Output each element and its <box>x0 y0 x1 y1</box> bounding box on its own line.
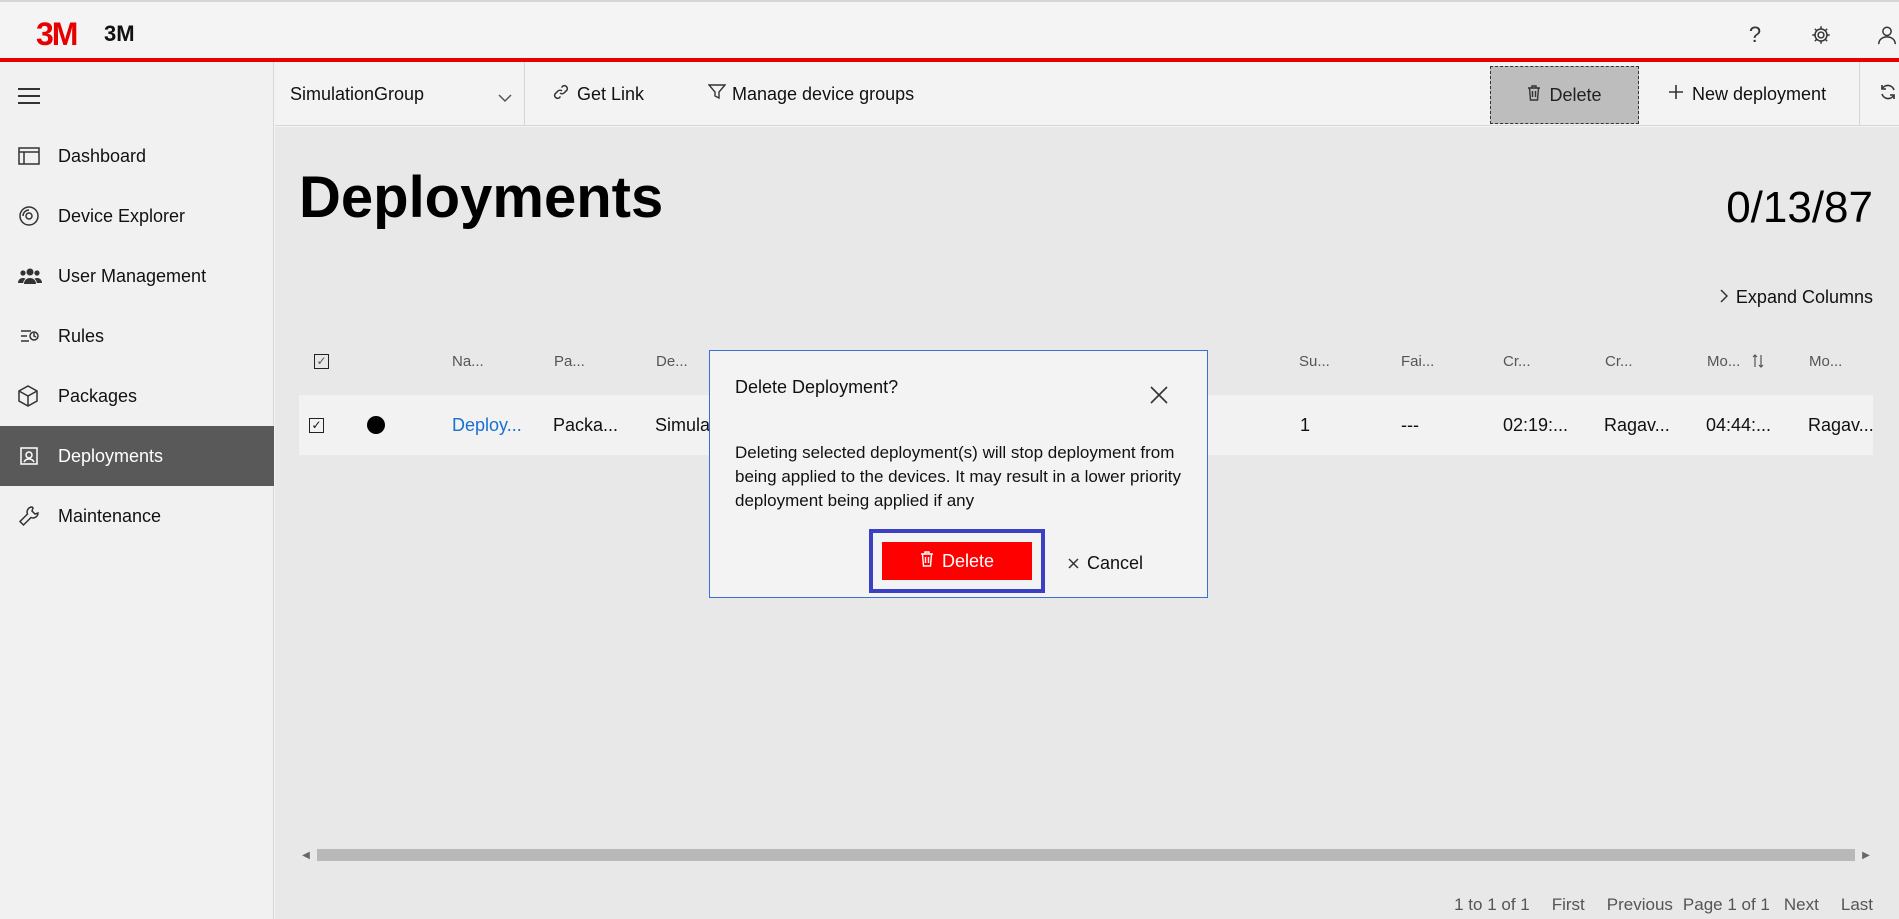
description-cell: Simula <box>655 414 711 435</box>
sidebar-item-label: Rules <box>58 325 105 346</box>
sort-icon[interactable] <box>1752 337 1764 385</box>
maintenance-icon <box>0 505 58 527</box>
succeeded-cell: 1 <box>1300 414 1311 435</box>
pager-page: Page 1 of 1 <box>1682 895 1770 914</box>
scroll-left-icon[interactable]: ◀ <box>299 847 313 863</box>
command-bar: SimulationGroup Get Link Manage device g… <box>275 62 1899 126</box>
scrollbar-thumb[interactable] <box>317 849 1855 861</box>
failed-cell: --- <box>1401 414 1419 435</box>
cancel-label: Cancel <box>1087 552 1144 573</box>
created-time-cell: 02:19:... <box>1503 414 1569 435</box>
manage-device-groups-label: Manage device groups <box>732 83 915 104</box>
column-header[interactable]: Cr... <box>1503 337 1531 385</box>
brand-logo[interactable]: 3M <box>36 18 78 50</box>
chevron-down-icon <box>498 87 512 108</box>
sidebar-item-label: Device Explorer <box>58 205 186 226</box>
focus-ring: Delete <box>869 529 1045 593</box>
confirm-delete-button[interactable]: Delete <box>882 542 1032 580</box>
dialog-title: Delete Deployment? <box>735 377 899 397</box>
toolbar-divider <box>1859 62 1860 126</box>
modified-time-cell: 04:44:... <box>1706 414 1772 435</box>
close-icon <box>1068 553 1079 574</box>
help-glyph: ? <box>1748 22 1762 47</box>
confirm-delete-label: Delete <box>941 550 995 571</box>
column-header[interactable]: Na... <box>452 337 484 385</box>
delete-deployment-dialog: Delete Deployment? Deleting selected dep… <box>709 350 1208 598</box>
select-all-checkbox[interactable]: ✓ <box>314 337 329 385</box>
users-icon <box>0 267 58 285</box>
scroll-right-icon[interactable]: ▶ <box>1859 847 1873 863</box>
new-deployment-label: New deployment <box>1692 83 1827 104</box>
device-group-value: SimulationGroup <box>290 83 425 104</box>
sidebar-item-label: Deployments <box>58 445 164 466</box>
gear-icon[interactable] <box>1808 22 1834 48</box>
new-deployment-button[interactable]: New deployment <box>1668 62 1826 126</box>
sidebar-item-label: Maintenance <box>58 505 162 526</box>
toolbar-delete-button[interactable]: Delete <box>1490 66 1639 124</box>
trash-icon <box>920 550 934 572</box>
created-by-cell: Ragav... <box>1604 414 1670 435</box>
help-icon[interactable]: ? <box>1742 22 1768 48</box>
column-header[interactable]: De... <box>656 337 688 385</box>
sidebar-item-dashboard[interactable]: Dashboard <box>0 126 274 186</box>
deployment-counter: 0/13/87 <box>1726 183 1873 232</box>
sidebar-item-deployments[interactable]: Deployments <box>0 426 274 486</box>
column-header[interactable]: Su... <box>1299 337 1330 385</box>
manage-device-groups-button[interactable]: Manage device groups <box>707 62 915 126</box>
column-header[interactable]: Cr... <box>1605 337 1633 385</box>
pagination: 1 to 1 of 1 First Previous Page 1 of 1 N… <box>1454 895 1873 915</box>
plus-icon <box>1668 84 1684 105</box>
package-icon <box>0 385 58 407</box>
user-icon[interactable] <box>1874 22 1899 48</box>
device-explorer-icon <box>0 205 58 227</box>
trash-icon <box>1527 84 1541 106</box>
row-checkbox[interactable]: ✓ <box>309 395 324 455</box>
pager-previous[interactable]: Previous <box>1607 895 1673 915</box>
sidebar-item-device-explorer[interactable]: Device Explorer <box>0 186 274 246</box>
deployments-icon <box>0 445 58 467</box>
status-dot-icon <box>367 395 385 455</box>
brand-name: 3M <box>104 21 135 46</box>
dashboard-icon <box>0 147 58 165</box>
cancel-button[interactable]: Cancel <box>1068 549 1143 577</box>
pager-first[interactable]: First <box>1552 895 1585 915</box>
device-group-dropdown[interactable]: SimulationGroup <box>290 62 520 126</box>
refresh-icon <box>1879 83 1897 106</box>
top-header: 3M 3M ? <box>0 0 1899 62</box>
column-header[interactable]: Pa... <box>554 337 585 385</box>
sidebar-item-label: Packages <box>58 385 138 406</box>
chevron-right-icon <box>1720 287 1728 308</box>
refresh-button[interactable] <box>1879 62 1897 126</box>
pager-last[interactable]: Last <box>1841 895 1873 915</box>
sidebar-item-packages[interactable]: Packages <box>0 366 274 426</box>
get-link-label: Get Link <box>577 83 645 104</box>
sidebar-item-rules[interactable]: Rules <box>0 306 274 366</box>
link-icon <box>553 84 569 105</box>
horizontal-scrollbar[interactable]: ◀ ▶ <box>299 847 1873 863</box>
page-title: Deployments <box>299 165 664 230</box>
dialog-message: Deleting selected deployment(s) will sto… <box>735 443 1182 510</box>
toolbar-delete-label: Delete <box>1549 84 1602 105</box>
column-header[interactable]: Mo... <box>1707 337 1740 385</box>
expand-columns-button[interactable]: Expand Columns <box>1720 287 1873 308</box>
get-link-button[interactable]: Get Link <box>553 62 644 126</box>
sidebar: Dashboard Device Explorer User Managemen… <box>0 62 274 919</box>
close-icon[interactable] <box>1149 385 1169 405</box>
rules-icon <box>0 325 58 347</box>
pager-summary: 1 to 1 of 1 <box>1454 895 1530 914</box>
sidebar-item-maintenance[interactable]: Maintenance <box>0 486 274 546</box>
column-header[interactable]: Fai... <box>1401 337 1434 385</box>
column-header[interactable]: Mo... <box>1809 337 1842 385</box>
hamburger-menu-icon[interactable] <box>18 88 40 104</box>
sidebar-item-user-management[interactable]: User Management <box>0 246 274 306</box>
package-cell: Packa... <box>553 414 619 435</box>
expand-columns-label: Expand Columns <box>1735 287 1873 307</box>
sidebar-item-label: Dashboard <box>58 145 147 166</box>
modified-by-cell: Ragav... <box>1808 414 1874 435</box>
filter-icon <box>707 83 727 105</box>
deployment-name-link[interactable]: Deploy... <box>452 395 532 455</box>
sidebar-item-label: User Management <box>58 265 207 286</box>
pager-next[interactable]: Next <box>1784 895 1819 915</box>
toolbar-divider <box>524 62 525 126</box>
